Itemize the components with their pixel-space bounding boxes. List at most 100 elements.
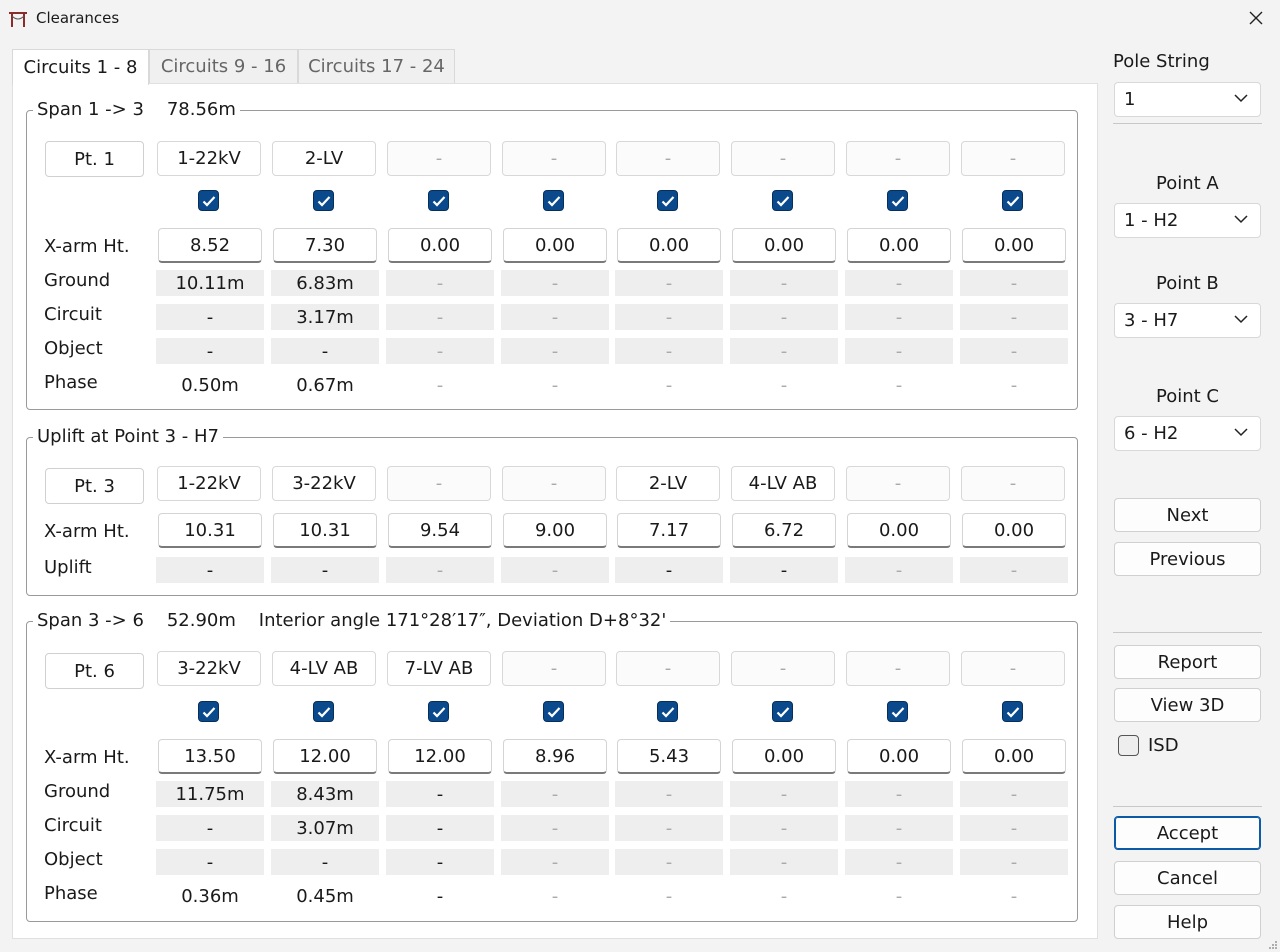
circuit-box[interactable]: 1-22kV — [157, 466, 261, 501]
point-c-value: 6 - H2 — [1124, 423, 1179, 444]
circuit-checkbox[interactable] — [543, 190, 564, 211]
pole-string-select[interactable]: 1 — [1114, 82, 1261, 117]
circuit-box[interactable]: - — [961, 466, 1065, 501]
x-arm-height-input[interactable]: 0.00 — [847, 513, 951, 548]
circuit-box[interactable]: 3-22kV — [157, 651, 261, 686]
x-arm-height-input[interactable]: 0.00 — [847, 739, 951, 774]
circuit-box[interactable]: 7-LV AB — [387, 651, 491, 686]
circuit-checkbox[interactable] — [657, 190, 678, 211]
circuit-checkbox[interactable] — [772, 701, 793, 722]
point-a-select[interactable]: 1 - H2 — [1114, 203, 1261, 238]
accept-button[interactable]: Accept — [1114, 816, 1261, 850]
previous-button[interactable]: Previous — [1114, 542, 1261, 576]
readonly-value: - — [730, 557, 838, 583]
x-arm-height-input[interactable]: 0.00 — [962, 739, 1066, 774]
next-button[interactable]: Next — [1114, 498, 1261, 532]
x-arm-height-input[interactable]: 5.43 — [617, 739, 721, 774]
close-button[interactable] — [1244, 6, 1268, 30]
circuit-box[interactable]: - — [846, 466, 950, 501]
circuit-box[interactable]: - — [502, 651, 606, 686]
circuit-box[interactable]: - — [846, 141, 950, 176]
circuit-box[interactable]: - — [616, 651, 720, 686]
circuit-checkbox[interactable] — [1002, 701, 1023, 722]
point-button[interactable]: Pt. 6 — [45, 653, 144, 689]
x-arm-height-input[interactable]: 0.00 — [962, 228, 1066, 263]
x-arm-height-input[interactable]: 7.17 — [617, 513, 721, 548]
circuit-checkbox[interactable] — [198, 190, 219, 211]
tab-circuits-1-8[interactable]: Circuits 1 - 8 — [12, 49, 149, 85]
x-arm-height-input[interactable]: 0.00 — [388, 228, 492, 263]
circuit-box[interactable]: - — [387, 466, 491, 501]
circuit-checkbox[interactable] — [1002, 190, 1023, 211]
circuit-checkbox[interactable] — [428, 190, 449, 211]
x-arm-height-input[interactable]: 0.00 — [732, 739, 836, 774]
phase-value: - — [895, 374, 903, 396]
circuit-box[interactable]: 2-LV — [616, 466, 720, 501]
x-arm-height-input[interactable]: 0.00 — [503, 228, 607, 263]
help-button[interactable]: Help — [1114, 905, 1261, 939]
circuit-box[interactable]: 4-LV AB — [272, 651, 376, 686]
circuit-box[interactable]: - — [502, 466, 606, 501]
readonly-value: - — [501, 557, 609, 583]
circuit-box[interactable]: 3-22kV — [272, 466, 376, 501]
circuit-checkbox[interactable] — [313, 190, 334, 211]
circuit-checkbox[interactable] — [313, 701, 334, 722]
circuit-box[interactable]: 1-22kV — [157, 141, 261, 176]
x-arm-height-input[interactable]: 9.54 — [388, 513, 492, 548]
readonly-value: - — [386, 815, 494, 841]
tab-circuits-9-16[interactable]: Circuits 9 - 16 — [149, 49, 298, 83]
circuit-box[interactable]: - — [616, 141, 720, 176]
readonly-value: - — [960, 781, 1068, 807]
x-arm-height-input[interactable]: 12.00 — [273, 739, 377, 774]
phase-value: - — [665, 885, 673, 907]
circuit-checkbox[interactable] — [772, 190, 793, 211]
x-arm-height-input[interactable]: 0.00 — [962, 513, 1066, 548]
circuit-box[interactable]: - — [731, 651, 835, 686]
circuit-box[interactable]: - — [961, 651, 1065, 686]
point-button[interactable]: Pt. 1 — [45, 141, 144, 177]
tab-circuits-17-24[interactable]: Circuits 17 - 24 — [298, 49, 455, 83]
resize-grip-icon[interactable] — [1268, 940, 1278, 950]
circuit-box[interactable]: - — [846, 651, 950, 686]
point-button[interactable]: Pt. 3 — [45, 468, 144, 504]
circuit-box[interactable]: 4-LV AB — [731, 466, 835, 501]
x-arm-height-input[interactable]: 8.52 — [158, 228, 262, 263]
readonly-value: - — [501, 338, 609, 364]
row-label: Circuit — [44, 304, 102, 325]
x-arm-height-input[interactable]: 10.31 — [158, 513, 262, 548]
circuit-checkbox[interactable] — [428, 701, 449, 722]
x-arm-height-input[interactable]: 0.00 — [732, 228, 836, 263]
x-arm-height-input[interactable]: 0.00 — [617, 228, 721, 263]
circuit-checkbox[interactable] — [887, 190, 908, 211]
circuit-checkbox[interactable] — [887, 701, 908, 722]
phase-value: 0.67m — [296, 374, 354, 396]
point-a-value: 1 - H2 — [1124, 210, 1179, 231]
x-arm-height-input[interactable]: 0.00 — [847, 228, 951, 263]
point-c-select[interactable]: 6 - H2 — [1114, 416, 1261, 451]
readonly-value: - — [501, 781, 609, 807]
x-arm-height-input[interactable]: 10.31 — [273, 513, 377, 548]
x-arm-height-input[interactable]: 12.00 — [388, 739, 492, 774]
circuit-checkbox[interactable] — [543, 701, 564, 722]
circuit-box[interactable]: 2-LV — [272, 141, 376, 176]
x-arm-height-input[interactable]: 9.00 — [503, 513, 607, 548]
circuit-checkbox[interactable] — [657, 701, 678, 722]
checkmark-icon — [317, 195, 330, 207]
phase-value: - — [895, 885, 903, 907]
circuit-box[interactable]: - — [731, 141, 835, 176]
x-arm-height-input[interactable]: 13.50 — [158, 739, 262, 774]
circuit-checkbox[interactable] — [198, 701, 219, 722]
circuit-box[interactable]: - — [961, 141, 1065, 176]
point-b-select[interactable]: 3 - H7 — [1114, 303, 1261, 338]
report-button[interactable]: Report — [1114, 645, 1261, 679]
x-arm-height-input[interactable]: 6.72 — [732, 513, 836, 548]
view-3d-button[interactable]: View 3D — [1114, 688, 1261, 722]
cancel-button[interactable]: Cancel — [1114, 861, 1261, 895]
circuit-box[interactable]: - — [387, 141, 491, 176]
circuit-box[interactable]: - — [502, 141, 606, 176]
span-3-6-legend: Span 3 -> 6 52.90m Interior angle 171°28… — [37, 610, 667, 631]
isd-checkbox[interactable] — [1118, 735, 1139, 756]
x-arm-height-input[interactable]: 8.96 — [503, 739, 607, 774]
x-arm-height-input[interactable]: 7.30 — [273, 228, 377, 263]
uplift-legend: Uplift at Point 3 - H7 — [37, 426, 220, 447]
